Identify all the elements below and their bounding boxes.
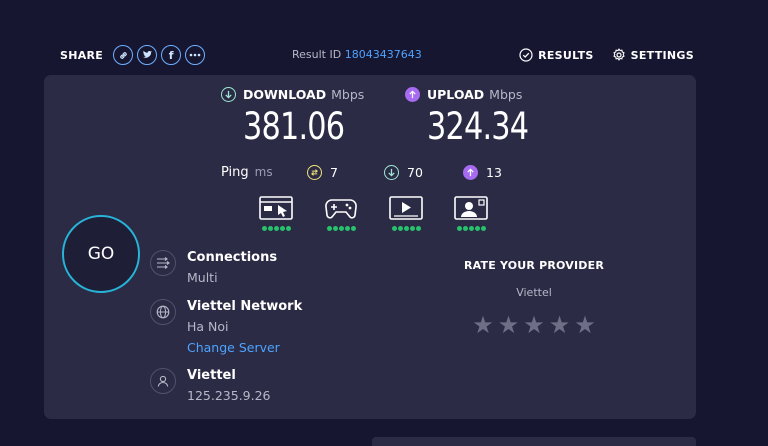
rate-provider-name: Viettel	[516, 286, 552, 299]
rate-title: RATE YOUR PROVIDER	[463, 259, 605, 272]
rating-dots	[386, 226, 426, 231]
user-icon	[150, 368, 176, 394]
rating-dot	[409, 226, 415, 231]
star-icon[interactable]: ★	[523, 313, 545, 337]
rate-provider: RATE YOUR PROVIDER Viettel ★ ★ ★ ★ ★	[459, 259, 609, 337]
rating-dot	[397, 226, 403, 231]
star-icon[interactable]: ★	[549, 313, 571, 337]
settings-label: SETTINGS	[630, 48, 694, 62]
results-panel: DOWNLOAD Mbps 381.06 UPLOAD Mbps 324.34 …	[44, 75, 696, 419]
share-group: SHARE f	[60, 44, 206, 66]
gear-icon	[613, 48, 625, 61]
connections-title: Connections	[187, 250, 278, 265]
rating-dot	[403, 226, 409, 231]
rating-dot	[273, 226, 279, 231]
upload-value: 324.34	[427, 105, 529, 148]
rating-dot	[474, 226, 480, 231]
star-icon[interactable]: ★	[574, 313, 596, 337]
video-chat-icon	[454, 196, 488, 220]
rating-dot	[350, 226, 356, 231]
download-unit: Mbps	[331, 87, 365, 102]
rating-dot	[456, 226, 462, 231]
ping-unit: ms	[254, 165, 273, 179]
ping-upload-value: 13	[486, 164, 502, 180]
provider-name: Viettel	[187, 368, 236, 383]
rating-dot	[344, 226, 350, 231]
rating-dot	[391, 226, 397, 231]
rating-dot	[468, 226, 474, 231]
twitter-icon[interactable]	[137, 45, 158, 65]
app-video-chat[interactable]	[451, 195, 491, 231]
rating-dots	[451, 226, 491, 231]
result-id: Result ID 18043437643	[292, 48, 422, 61]
rating-dot	[267, 226, 273, 231]
download-value: 381.06	[243, 105, 345, 148]
upload-metric: UPLOAD Mbps 324.34	[405, 87, 550, 148]
settings-button[interactable]: SETTINGS	[612, 48, 694, 62]
upload-unit: Mbps	[489, 87, 523, 102]
app-gaming[interactable]	[321, 195, 361, 231]
idle-latency-icon	[307, 164, 322, 180]
rating-dot	[480, 226, 486, 231]
ping-download-value: 70	[407, 164, 423, 180]
video-icon	[389, 196, 423, 220]
star-icon[interactable]: ★	[498, 313, 520, 337]
rating-dots	[256, 226, 296, 231]
app-web-browsing[interactable]	[256, 195, 296, 231]
results-button[interactable]: RESULTS	[519, 48, 594, 62]
more-icon[interactable]	[185, 45, 206, 65]
globe-icon	[150, 299, 176, 325]
server-name: Viettel Network	[187, 299, 303, 314]
ping-row: Ping ms 7 70 13	[221, 163, 502, 181]
top-bar: SHARE f Result ID 18043437643 RESULTS SE…	[60, 44, 694, 66]
ping-label: Ping	[221, 164, 249, 180]
ping-idle-value: 7	[330, 164, 338, 180]
upload-label: UPLOAD	[427, 87, 485, 102]
star-icon[interactable]: ★	[472, 313, 494, 337]
rating-dot	[261, 226, 267, 231]
rating-dot	[279, 226, 285, 231]
rating-dot	[462, 226, 468, 231]
results-label: RESULTS	[538, 48, 594, 62]
ping-download: 70	[384, 163, 423, 181]
rating-dot	[415, 226, 421, 231]
rating-dot	[326, 226, 332, 231]
rating-dot	[285, 226, 291, 231]
browser-icon	[259, 196, 293, 220]
star-rating: ★ ★ ★ ★ ★	[459, 313, 609, 337]
result-id-label: Result ID	[292, 48, 342, 61]
ping-idle: 7	[307, 163, 338, 181]
download-label: DOWNLOAD	[243, 87, 327, 102]
link-icon[interactable]	[113, 45, 134, 65]
app-video-streaming[interactable]	[386, 195, 426, 231]
check-circle-icon	[519, 48, 533, 62]
app-ratings	[256, 195, 488, 235]
ping-upload: 13	[463, 163, 502, 181]
top-nav: RESULTS SETTINGS	[501, 44, 694, 66]
gamepad-icon	[325, 199, 357, 219]
share-label: SHARE	[60, 48, 104, 62]
provider-ip: 125.235.9.26	[187, 388, 271, 403]
change-server-link[interactable]: Change Server	[187, 340, 302, 355]
download-metric: DOWNLOAD Mbps 381.06	[221, 87, 366, 148]
facebook-icon[interactable]: f	[161, 45, 182, 65]
upload-latency-icon	[463, 164, 478, 180]
rating-dot	[338, 226, 344, 231]
arrow-up-icon	[405, 87, 420, 102]
server-location: Ha Noi	[187, 319, 229, 334]
rating-dots	[321, 226, 361, 231]
download-latency-icon	[384, 164, 399, 180]
lower-panel-edge	[372, 437, 696, 446]
connections-value[interactable]: Multi	[187, 270, 277, 285]
result-id-value[interactable]: 18043437643	[345, 48, 422, 61]
rating-dot	[332, 226, 338, 231]
arrow-down-icon	[221, 87, 236, 102]
go-button[interactable]: GO	[62, 215, 140, 293]
connections-icon	[150, 250, 176, 276]
